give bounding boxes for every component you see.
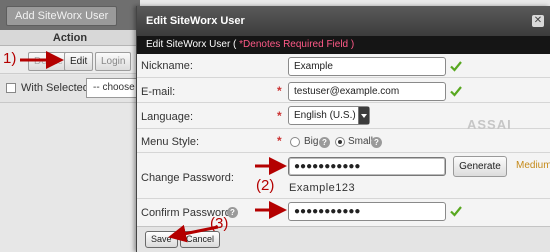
nickname-label: Nickname: [141, 60, 193, 72]
login-button[interactable]: Login [95, 52, 132, 71]
with-selected-label: With Selected: [21, 82, 92, 94]
close-icon[interactable]: ✕ [532, 15, 544, 27]
language-label: Language: [141, 111, 193, 123]
generate-password-button[interactable]: Generate [453, 156, 507, 177]
chevron-down-icon[interactable] [358, 107, 369, 124]
menu-style-label: Menu Style: [141, 136, 200, 148]
menu-style-small-label: Small [348, 136, 374, 147]
subtitle-text: Edit SiteWorx User ( [146, 39, 237, 50]
required-marker: * [277, 134, 282, 148]
dialog-subtitle: Edit SiteWorx User ( *Denotes Required F… [137, 36, 550, 54]
required-marker: * [277, 84, 282, 98]
help-icon[interactable]: ? [371, 137, 382, 148]
help-icon[interactable]: ? [319, 137, 330, 148]
menu-style-small-radio[interactable] [335, 137, 345, 147]
dialog-title: Edit SiteWorx User [137, 6, 550, 36]
confirm-password-label: Confirm Password: [141, 207, 234, 219]
save-button[interactable]: Save [145, 231, 178, 248]
delete-button[interactable]: Delete [28, 52, 69, 71]
help-icon[interactable]: ? [227, 207, 238, 218]
add-siteworx-user-button[interactable]: Add SiteWorx User [6, 6, 118, 26]
language-select-value: English (U.S.) [294, 110, 356, 121]
confirm-password-input[interactable] [288, 202, 446, 221]
edit-button[interactable]: Edit [64, 52, 94, 71]
valid-check-icon [450, 206, 462, 217]
background-page: Add SiteWorx User Action Delete Edit Log… [0, 0, 146, 252]
edit-user-dialog: Edit SiteWorx User ✕ Edit SiteWorx User … [136, 6, 550, 252]
generated-password-text: Example123 [289, 182, 356, 194]
cancel-button[interactable]: Cancel [180, 231, 221, 248]
language-select[interactable]: English (U.S.) [288, 106, 370, 125]
password-strength-label: Medium [516, 160, 550, 171]
menu-style-big-label: Big [304, 136, 319, 147]
select-all-checkbox[interactable] [6, 83, 16, 93]
nickname-input[interactable] [288, 57, 446, 76]
change-password-input[interactable] [288, 157, 446, 176]
valid-check-icon [450, 86, 462, 97]
required-field-note: *Denotes Required Field ) [236, 39, 355, 50]
email-label: E-mail: [141, 86, 176, 98]
action-column-header: Action [0, 30, 140, 46]
email-input[interactable] [288, 82, 446, 101]
change-password-label: Change Password: [141, 172, 234, 184]
required-marker: * [277, 109, 282, 123]
valid-check-icon [450, 61, 462, 72]
menu-style-big-radio[interactable] [290, 137, 300, 147]
